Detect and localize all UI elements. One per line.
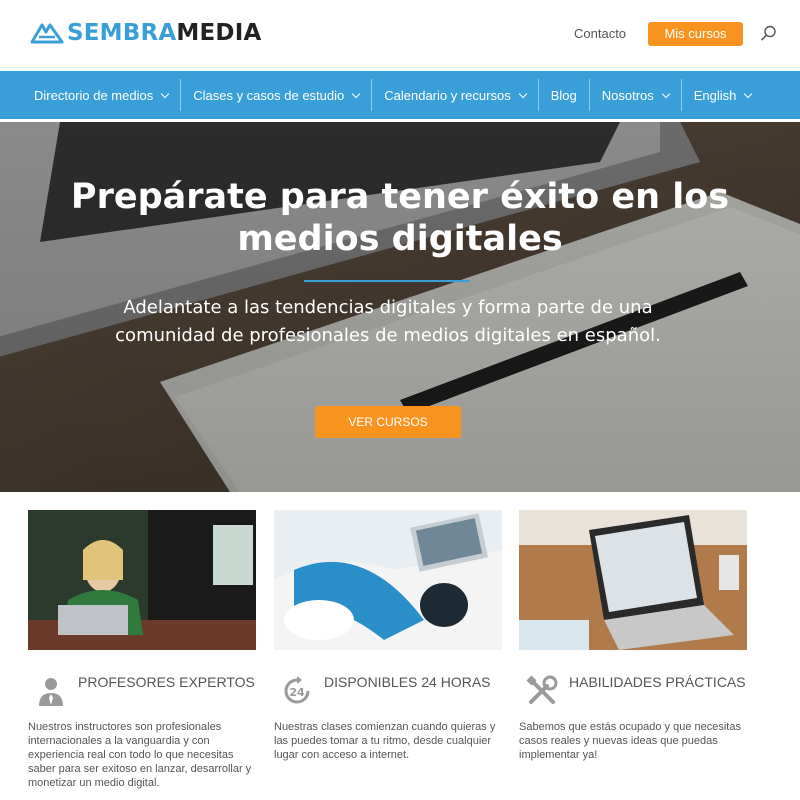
logo-text-sembra: SEMBRA	[67, 20, 177, 46]
chevron-down-icon	[160, 89, 170, 98]
feature-image-instructor	[28, 510, 256, 650]
hero-title: Prepárate para tener éxito en los medios…	[70, 177, 730, 259]
svg-text:24: 24	[289, 686, 305, 699]
feature-title: PROFESORES EXPERTOS	[78, 674, 255, 690]
nav-item-blog[interactable]: Blog	[539, 79, 590, 111]
contact-link[interactable]: Contacto	[574, 26, 626, 41]
sembramedia-logo[interactable]: SEMBRAMEDIA	[30, 18, 261, 48]
instructor-icon	[39, 678, 63, 706]
logo-text: SEMBRAMEDIA	[67, 18, 261, 48]
nav-item-directorio-de-medios[interactable]: Directorio de medios	[22, 79, 182, 111]
feature-title: HABILIDADES PRÁCTICAS	[569, 674, 746, 690]
nav-item-calendario-y-recursos[interactable]: Calendario y recursos	[372, 79, 539, 111]
feature-skills: HABILIDADES PRÁCTICAS Sabemos que estás …	[519, 510, 747, 761]
feature-image-person-laptop	[274, 510, 502, 650]
logo-mountain-icon	[30, 23, 64, 44]
nav-item-label: Nosotros	[601, 87, 654, 103]
view-courses-button[interactable]: VER CURSOS	[315, 406, 461, 438]
feature-title: DISPONIBLES 24 HORAS	[324, 674, 491, 690]
hero-subtitle: Adelantate a las tendencias digitales y …	[115, 297, 661, 346]
hero-section: Prepárate para tener éxito en los medios…	[0, 122, 800, 492]
nav-item-english[interactable]: English	[682, 79, 764, 111]
search-icon[interactable]	[760, 24, 778, 42]
feature-image-laptop-desk	[519, 510, 747, 650]
nav-item-label: English	[693, 87, 737, 103]
feature-experts: PROFESORES EXPERTOS Nuestros instructore…	[28, 510, 256, 789]
nav-item-label: Blog	[550, 87, 577, 103]
nav-item-nosotros[interactable]: Nosotros	[590, 79, 682, 111]
chevron-down-icon	[744, 89, 753, 98]
feature-description: Nuestros instructores son profesionales …	[28, 721, 252, 789]
clock-24-icon: 24	[284, 676, 310, 704]
hero-divider	[304, 280, 470, 282]
my-courses-button[interactable]: Mis cursos	[648, 22, 743, 46]
feature-description: Sabemos que estás ocupado y que necesita…	[519, 721, 741, 761]
chevron-down-icon	[661, 89, 671, 98]
chevron-down-icon	[518, 89, 527, 98]
nav-item-label: Directorio de medios	[34, 87, 154, 103]
chevron-down-icon	[352, 89, 361, 98]
nav-item-clases-y-casos-de-estudio[interactable]: Clases y casos de estudio	[181, 79, 373, 111]
logo-text-media: MEDIA	[176, 20, 262, 46]
feature-description: Nuestras clases comienzan cuando quieras…	[274, 721, 496, 761]
site-header: SEMBRAMEDIA Contacto Mis cursos	[0, 0, 800, 68]
nav-item-label: Clases y casos de estudio	[193, 87, 345, 103]
nav-item-label: Calendario y recursos	[384, 87, 511, 103]
feature-24h: 24 DISPONIBLES 24 HORAS Nuestras clases …	[274, 510, 502, 761]
tools-icon	[526, 675, 558, 704]
main-navigation: Directorio de medios Clases y casos de es…	[0, 71, 800, 119]
